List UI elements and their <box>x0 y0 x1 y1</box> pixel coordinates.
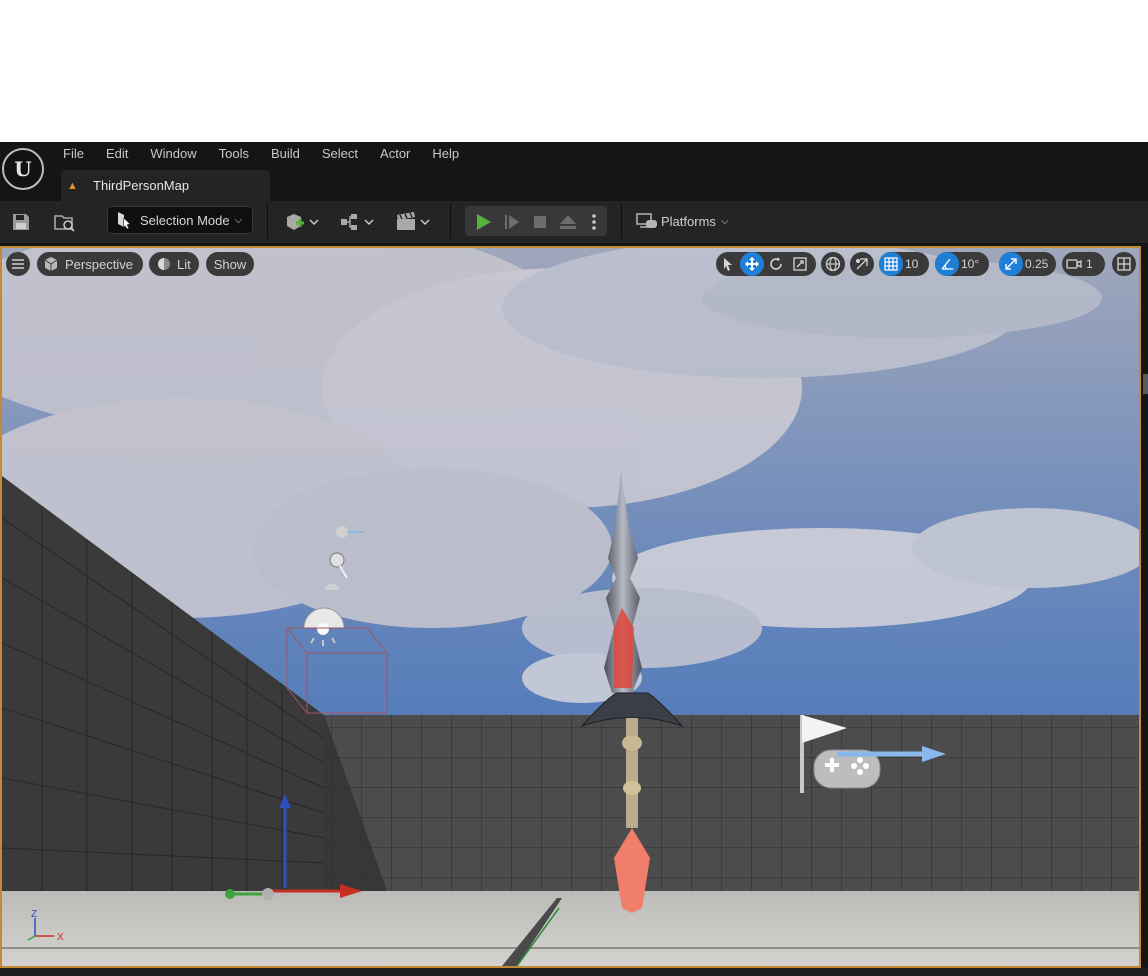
stop-button[interactable] <box>528 208 552 236</box>
perspective-cube-icon <box>44 257 58 271</box>
scale-tool-button[interactable] <box>788 252 812 276</box>
selection-mode-icon <box>118 212 131 229</box>
hamburger-icon <box>12 259 24 269</box>
menu-build[interactable]: Build <box>260 142 311 166</box>
blueprint-icon <box>341 214 374 230</box>
platforms-label: Platforms <box>661 213 716 229</box>
camera-icon <box>1062 252 1086 276</box>
menu-items: File Edit Window Tools Build Select Acto… <box>52 142 470 166</box>
viewport-layout-button[interactable] <box>1112 252 1136 276</box>
menu-bar: U File Edit Window Tools Build Select Ac… <box>0 142 1148 190</box>
layout-grid-icon <box>1112 252 1136 276</box>
platforms-icon <box>636 213 657 228</box>
menu-file[interactable]: File <box>52 142 95 166</box>
unreal-editor-window: U File Edit Window Tools Build Select Ac… <box>0 142 1148 976</box>
lit-sphere-icon <box>158 258 170 270</box>
scene-render: Z X <box>2 248 1139 966</box>
more-options-icon <box>592 214 596 230</box>
play-controls <box>465 206 607 236</box>
panel-resize-handle[interactable] <box>1143 374 1148 394</box>
platforms-dropdown[interactable]: Platforms ⌵ <box>636 208 729 234</box>
show-label: Show <box>213 256 247 272</box>
menu-actor[interactable]: Actor <box>369 142 421 166</box>
blueprint-button[interactable] <box>337 208 377 236</box>
lit-label: Lit <box>177 256 191 272</box>
level-viewport[interactable]: Z X Perspective Lit Show 10 10° 0.25 1 <box>0 246 1141 968</box>
cinematics-icon <box>397 212 430 230</box>
cursor-icon <box>724 258 732 271</box>
eject-icon <box>560 215 576 229</box>
level-tab[interactable]: ▲ ThirdPersonMap <box>61 170 270 201</box>
play-icon <box>477 214 491 230</box>
content-browser-icon <box>54 215 75 232</box>
scale-snap-control[interactable]: 0.25 <box>999 252 1056 276</box>
stop-icon <box>534 216 546 228</box>
perspective-label: Perspective <box>65 256 133 272</box>
selection-mode-dropdown[interactable]: Selection Mode ⌵ <box>107 206 253 234</box>
toolbar-divider <box>267 203 268 239</box>
viewport-menu-button[interactable] <box>6 252 30 276</box>
toolbar-divider <box>450 203 451 239</box>
add-actor-button[interactable] <box>282 208 322 236</box>
more-options-button[interactable] <box>585 208 603 236</box>
menu-edit[interactable]: Edit <box>95 142 139 166</box>
lit-button[interactable]: Lit <box>149 252 199 276</box>
advance-frame-button[interactable] <box>500 208 524 236</box>
perspective-button[interactable]: Perspective <box>37 252 143 276</box>
advance-frame-icon <box>505 215 519 229</box>
menu-window[interactable]: Window <box>139 142 207 166</box>
transform-tools-group <box>716 252 816 276</box>
content-browser-button[interactable] <box>50 208 80 236</box>
grid-snap-value: 10 <box>905 257 919 271</box>
save-button[interactable] <box>8 208 34 236</box>
rotate-icon <box>770 257 782 270</box>
rotation-snap-control[interactable]: 10° <box>935 252 989 276</box>
axis-label-x: X <box>57 932 64 943</box>
rotation-snap-value: 10° <box>961 257 980 271</box>
surface-snapping-button[interactable] <box>850 252 874 276</box>
chevron-down-icon: ⌵ <box>720 215 729 227</box>
grid-snap-control[interactable]: 10 <box>879 252 929 276</box>
blank-area <box>0 0 1148 142</box>
main-toolbar: Selection Mode ⌵ Platforms ⌵ <box>0 201 1148 243</box>
scale-snap-icon <box>999 252 1023 276</box>
axis-label-z: Z <box>31 909 37 920</box>
angle-snap-icon <box>935 252 959 276</box>
eject-button[interactable] <box>556 208 580 236</box>
menu-help[interactable]: Help <box>421 142 470 166</box>
play-button[interactable] <box>471 208 495 236</box>
camera-speed-control[interactable]: 1 <box>1062 252 1105 276</box>
toolbar-divider <box>621 203 622 239</box>
selection-mode-label: Selection Mode <box>140 212 230 228</box>
save-icon <box>13 214 29 230</box>
camera-speed-value: 1 <box>1086 257 1093 271</box>
scale-snap-value: 0.25 <box>1025 257 1049 271</box>
level-tab-label: ThirdPersonMap <box>93 178 190 193</box>
scale-icon <box>793 257 807 271</box>
menu-select[interactable]: Select <box>311 142 369 166</box>
menu-tools[interactable]: Tools <box>208 142 260 166</box>
cinematics-button[interactable] <box>393 208 433 236</box>
select-tool-button[interactable] <box>716 252 740 276</box>
chevron-down-icon: ⌵ <box>234 214 243 226</box>
add-actor-icon <box>287 214 319 230</box>
bottom-panel-edge <box>0 968 1148 976</box>
globe-icon <box>821 252 845 276</box>
rotate-tool-button[interactable] <box>764 252 788 276</box>
surface-snap-icon <box>850 252 874 276</box>
level-map-icon: ▲ <box>67 179 78 192</box>
show-button[interactable]: Show <box>206 252 254 276</box>
translate-tool-button[interactable] <box>740 252 764 276</box>
unreal-logo-icon[interactable]: U <box>2 148 44 190</box>
grid-snap-icon <box>879 252 903 276</box>
world-local-button[interactable] <box>821 252 845 276</box>
move-arrows-icon <box>745 257 759 271</box>
